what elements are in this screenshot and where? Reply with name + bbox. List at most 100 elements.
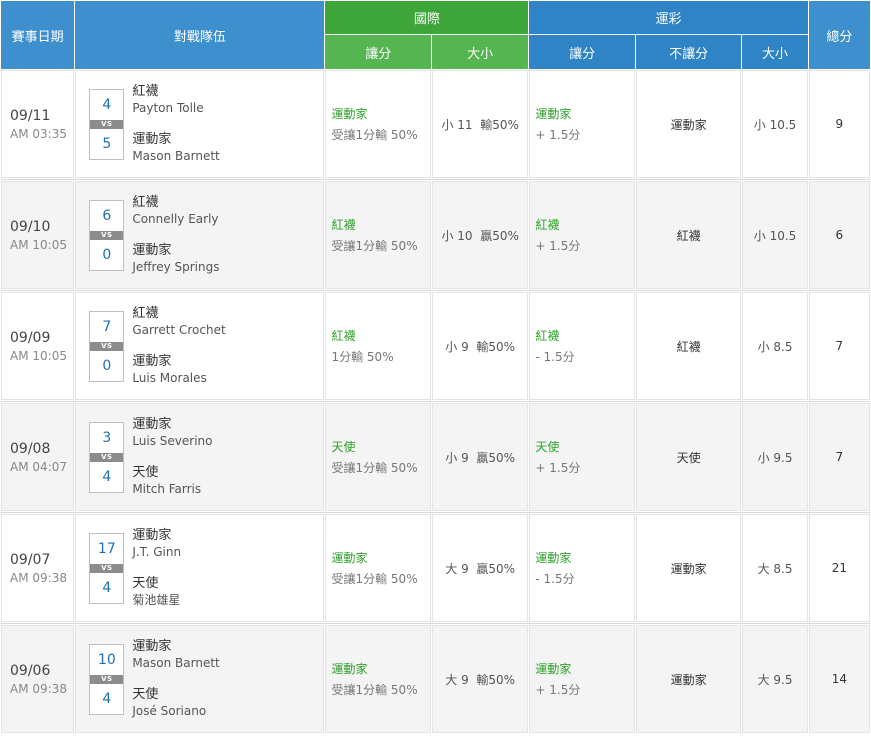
vs-label: VS [90, 341, 124, 351]
away-score: 4 [102, 96, 112, 113]
lottery-handicap-detail: - 1.5分 [535, 572, 575, 586]
away-pitcher: J.T. Ginn [132, 545, 182, 559]
lottery-handicap-cell: 紅襪 - 1.5分 [529, 292, 635, 400]
lottery-no-handicap-cell: 運動家 [635, 625, 742, 733]
intl-handicap-detail: 受讓1分輸 50% [331, 239, 418, 253]
intl-handicap-cell: 運動家 受讓1分輸 50% [325, 514, 431, 622]
lottery-handicap-cell: 運動家 + 1.5分 [529, 70, 635, 178]
header-lottery-no-handicap: 不讓分 [635, 35, 742, 69]
lottery-handicap-team: 紅襪 [535, 218, 560, 232]
lottery-no-handicap: 運動家 [670, 117, 707, 132]
row-divider [1, 512, 870, 513]
home-team: 運動家 [132, 132, 172, 147]
total-score: 21 [831, 561, 847, 575]
game-time: AM 09:38 [10, 570, 67, 585]
away-team: 運動家 [132, 639, 172, 654]
home-score: 0 [102, 246, 112, 263]
intl-handicap-cell: 紅襪 1分輸 50% [325, 292, 431, 400]
vs-label: VS [90, 563, 124, 573]
matchup-cell: 17 VS 4 運動家 J.T. Ginn 天使 菊池雄星 [75, 514, 325, 622]
intl-handicap-detail: 受讓1分輸 50% [331, 683, 418, 697]
intl-handicap-detail: 1分輸 50% [331, 350, 394, 364]
intl-handicap-detail: 受讓1分輸 50% [331, 461, 418, 475]
matchup-cell: 3 VS 4 運動家 Luis Severino 天使 Mitch Farris [75, 403, 325, 511]
away-score: 17 [97, 540, 116, 557]
away-team: 紅襪 [132, 84, 159, 99]
lottery-no-handicap-cell: 紅襪 [635, 181, 742, 289]
away-team: 紅襪 [132, 195, 159, 210]
lottery-over-under-cell: 小 9.5 [742, 403, 808, 511]
row-divider-cell [1, 179, 870, 180]
row-divider [1, 623, 870, 624]
intl-over-under-cell: 小 9 贏50% [431, 403, 529, 511]
home-team: 天使 [132, 576, 159, 591]
lottery-no-handicap-cell: 運動家 [635, 70, 742, 178]
header-lottery-over-under: 大小 [742, 35, 808, 69]
date-cell: 09/11 AM 03:35 [1, 70, 75, 178]
intl-over-under: 小 9 輸50% [445, 339, 516, 354]
home-team: 天使 [132, 687, 159, 702]
lottery-no-handicap: 運動家 [670, 672, 707, 687]
total-cell: 6 [808, 181, 870, 289]
lottery-handicap-detail: + 1.5分 [535, 128, 581, 142]
intl-handicap-cell: 紅襪 受讓1分輸 50% [325, 181, 431, 289]
header-lottery-handicap: 讓分 [529, 35, 635, 69]
game-date: 09/10 [10, 218, 51, 235]
header-international: 國際 [325, 1, 529, 34]
home-team: 天使 [132, 465, 159, 480]
away-pitcher: Connelly Early [132, 212, 219, 226]
header-intl-over-under: 大小 [431, 35, 529, 69]
lottery-over-under: 小 9.5 [757, 450, 793, 465]
intl-over-under: 大 9 贏50% [445, 561, 516, 576]
date-cell: 09/10 AM 10:05 [1, 181, 75, 289]
away-pitcher: Luis Severino [132, 434, 213, 448]
intl-over-under: 大 9 輸50% [445, 672, 516, 687]
home-score: 5 [102, 135, 112, 152]
intl-over-under: 小 10 贏50% [441, 228, 519, 243]
total-cell: 21 [808, 514, 870, 622]
lottery-no-handicap-cell: 運動家 [635, 514, 742, 622]
row-divider-cell [1, 623, 870, 624]
lottery-handicap-detail: + 1.5分 [535, 239, 581, 253]
away-pitcher: Garrett Crochet [132, 323, 226, 337]
lottery-no-handicap: 紅襪 [676, 339, 701, 354]
game-time: AM 10:05 [10, 237, 67, 252]
date-cell: 09/09 AM 10:05 [1, 292, 75, 400]
lottery-handicap-detail: + 1.5分 [535, 461, 581, 475]
total-score: 14 [831, 672, 847, 686]
game-time: AM 04:07 [10, 459, 67, 474]
lottery-over-under-cell: 小 10.5 [742, 70, 808, 178]
matchup-cell: 7 VS 0 紅襪 Garrett Crochet 運動家 Luis Moral… [75, 292, 325, 400]
header-teams: 對戰隊伍 [75, 1, 325, 69]
score-box: 4 VS 5 [89, 88, 125, 160]
lottery-no-handicap-cell: 紅襪 [635, 292, 742, 400]
intl-handicap-team: 天使 [331, 440, 356, 454]
header-date: 賽事日期 [1, 1, 75, 69]
away-score: 10 [97, 651, 116, 668]
lottery-over-under: 大 8.5 [757, 561, 793, 576]
date-cell: 09/07 AM 09:38 [1, 514, 75, 622]
home-score: 4 [102, 468, 112, 485]
intl-over-under-cell: 小 10 贏50% [431, 181, 529, 289]
away-score: 6 [102, 207, 112, 224]
score-box: 10 VS 4 [89, 643, 125, 715]
lottery-over-under-cell: 大 8.5 [742, 514, 808, 622]
lottery-handicap-cell: 運動家 + 1.5分 [529, 625, 635, 733]
away-team: 運動家 [132, 528, 172, 543]
matchup-cell: 4 VS 5 紅襪 Payton Tolle 運動家 Mason Barnett [75, 70, 325, 178]
game-date: 09/06 [10, 662, 51, 679]
matchup-cell: 10 VS 4 運動家 Mason Barnett 天使 José Sorian… [75, 625, 325, 733]
game-row: 09/08 AM 04:07 3 VS 4 運動家 Luis Severino … [1, 403, 870, 511]
intl-handicap-team: 運動家 [331, 551, 368, 565]
intl-over-under-cell: 小 9 輸50% [431, 292, 529, 400]
home-score: 4 [102, 690, 112, 707]
total-cell: 14 [808, 625, 870, 733]
intl-handicap-team: 紅襪 [331, 329, 356, 343]
away-pitcher: Mason Barnett [132, 656, 220, 670]
total-score: 7 [835, 450, 844, 464]
lottery-handicap-cell: 運動家 - 1.5分 [529, 514, 635, 622]
game-row: 09/11 AM 03:35 4 VS 5 紅襪 Payton Tolle 運動… [1, 70, 870, 178]
intl-over-under-cell: 大 9 輸50% [431, 625, 529, 733]
date-cell: 09/08 AM 04:07 [1, 403, 75, 511]
lottery-handicap-cell: 紅襪 + 1.5分 [529, 181, 635, 289]
